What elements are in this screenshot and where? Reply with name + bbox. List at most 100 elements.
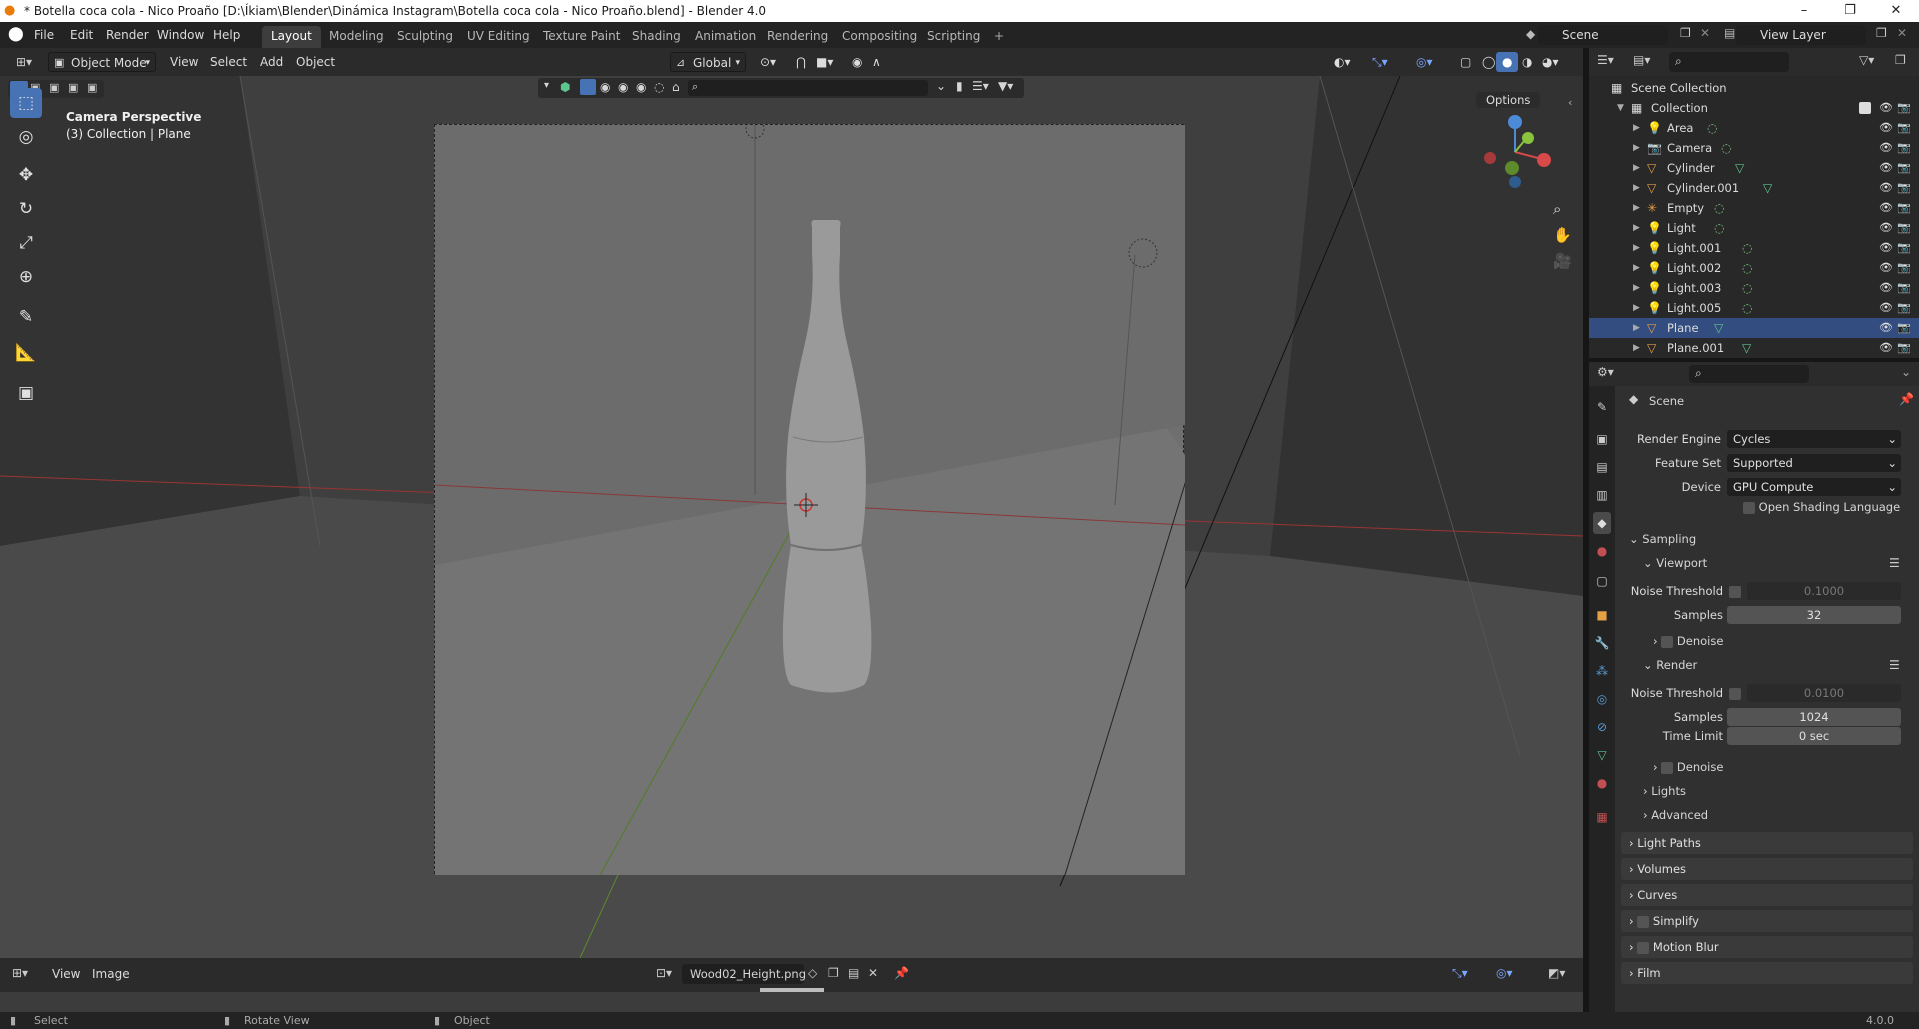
display-channels-icon[interactable]: ◩▾ xyxy=(1548,966,1565,980)
falloff-icon[interactable]: ∧ xyxy=(866,52,887,72)
outliner-item[interactable]: ▶ 💡 Light.003 ◌ 👁 📷 xyxy=(1589,278,1919,298)
render-camera-icon[interactable]: 📷 xyxy=(1897,98,1911,118)
modifier-tab-icon[interactable]: 🔧 xyxy=(1593,632,1611,654)
image-browse-icon[interactable]: ⊡▾ xyxy=(656,966,672,980)
outliner-item[interactable]: ▶ ▽ Plane ▽ 👁 📷 xyxy=(1589,318,1919,338)
material-tab-icon[interactable]: ● xyxy=(1593,772,1611,794)
eye-icon[interactable]: 👁 xyxy=(1879,98,1893,118)
gizmo-icon[interactable]: ⤡▾ xyxy=(1452,966,1468,981)
outliner-item[interactable]: ▶ 💡 Light.005 ◌ 👁 📷 xyxy=(1589,298,1919,318)
render-subpanel-header[interactable]: ⌄ Render xyxy=(1643,658,1697,672)
object-data-icon[interactable]: ▽ xyxy=(1714,318,1723,338)
object-data-icon[interactable]: ◌ xyxy=(1707,118,1717,138)
menu-view[interactable]: View xyxy=(46,964,86,984)
outliner-collection[interactable]: ▼ ▦ Collection 👁 📷 xyxy=(1589,98,1919,118)
render-camera-icon[interactable]: 📷 xyxy=(1897,238,1911,258)
overlays-icon[interactable]: ◎▾ xyxy=(1496,966,1513,980)
add-cube-tool-icon[interactable]: ▣ xyxy=(10,378,42,408)
measure-tool-icon[interactable]: 📐 xyxy=(10,338,42,368)
remove-scene-icon[interactable]: ✕ xyxy=(1700,26,1710,40)
new-collection-icon[interactable]: ❐ xyxy=(1895,53,1906,67)
other-filter-icon[interactable]: ⌂ xyxy=(672,80,680,94)
filter-icon[interactable]: ▼▾ xyxy=(998,79,1013,93)
snap-icon[interactable]: ⋂ xyxy=(790,52,812,72)
object-data-icon[interactable]: ▽ xyxy=(1742,338,1751,358)
render-camera-icon[interactable]: 📷 xyxy=(1897,318,1911,338)
render-engine-dropdown[interactable]: Cycles ⌄ xyxy=(1727,430,1901,448)
outliner-item[interactable]: ▶ 💡 Light.001 ◌ 👁 📷 xyxy=(1589,238,1919,258)
render-camera-icon[interactable]: 📷 xyxy=(1897,278,1911,298)
tab-layout[interactable]: Layout xyxy=(262,26,321,48)
menu-file[interactable]: File xyxy=(28,26,60,44)
outliner-item[interactable]: ▶ 💡 Light ◌ 👁 📷 xyxy=(1589,218,1919,238)
motion-blur-panel[interactable]: › Motion Blur xyxy=(1621,936,1913,958)
outliner-item[interactable]: ▶ ▽ Cylinder.001 ▽ 👁 📷 xyxy=(1589,178,1919,198)
object-data-icon[interactable]: ▽ xyxy=(1735,158,1744,178)
menu-add[interactable]: Add xyxy=(254,52,289,72)
render-camera-icon[interactable]: 📷 xyxy=(1897,178,1911,198)
eye-icon[interactable]: 👁 xyxy=(1879,178,1893,198)
menu-help[interactable]: Help xyxy=(207,26,246,44)
viewport-noise-threshold-checkbox[interactable] xyxy=(1729,586,1741,598)
render-camera-icon[interactable]: 📷 xyxy=(1897,158,1911,178)
menu-object[interactable]: Object xyxy=(290,52,341,72)
blender-menu-icon[interactable]: ⬤ xyxy=(8,26,24,42)
collapse-sidebar-icon[interactable]: ‹ xyxy=(1568,96,1572,109)
select-invert-icon[interactable]: ▣ xyxy=(68,81,78,94)
expand-icon[interactable]: ▶ xyxy=(1633,138,1640,158)
object-data-icon[interactable]: ▽ xyxy=(1763,178,1772,198)
editor-type-icon[interactable]: ⊞▾ xyxy=(10,52,38,72)
expand-icon[interactable]: ▶ xyxy=(1633,118,1640,138)
output-tab-icon[interactable]: ▤ xyxy=(1593,456,1611,478)
transform-tool-icon[interactable]: ⊕ xyxy=(10,262,42,292)
sort-icon[interactable]: ☰▾ xyxy=(972,79,989,93)
navigation-gizmo[interactable] xyxy=(1470,112,1560,192)
render-denoise-header[interactable]: › Denoise xyxy=(1653,760,1723,774)
outliner-item[interactable]: ▶ ▽ Cylinder ▽ 👁 📷 xyxy=(1589,158,1919,178)
camera-filter-icon[interactable]: ◉ xyxy=(636,80,646,94)
device-dropdown[interactable]: GPU Compute ⌄ xyxy=(1727,478,1901,496)
viewport-denoise-header[interactable]: › Denoise xyxy=(1653,634,1723,648)
outliner-item[interactable]: ▶ 📷 Camera ◌ 👁 📷 xyxy=(1589,138,1919,158)
menu-image[interactable]: Image xyxy=(86,964,136,984)
menu-edit[interactable]: Edit xyxy=(64,26,99,44)
presets-icon[interactable]: ☰ xyxy=(1889,556,1900,570)
light-paths-panel[interactable]: › Light Paths xyxy=(1621,832,1913,854)
constraints-tab-icon[interactable]: ⊘ xyxy=(1593,716,1611,738)
tab-texture-paint[interactable]: Texture Paint xyxy=(534,26,629,48)
render-samples-field[interactable]: 1024 xyxy=(1727,708,1901,726)
object-tab-icon[interactable]: ■ xyxy=(1593,604,1611,626)
menu-view[interactable]: View xyxy=(164,52,204,72)
time-limit-field[interactable]: 0 sec xyxy=(1727,727,1901,745)
editor-type-icon[interactable]: ⊞▾ xyxy=(12,966,28,980)
pin-icon[interactable]: 📌 xyxy=(1899,392,1914,406)
filter-search-input[interactable]: ⌕ xyxy=(688,80,928,96)
minimize-button[interactable]: – xyxy=(1781,0,1827,22)
chevron-down-icon[interactable]: ▾ xyxy=(544,80,549,91)
eye-icon[interactable]: 👁 xyxy=(1879,338,1893,358)
presets-icon[interactable]: ☰ xyxy=(1889,658,1900,672)
select-intersect-icon[interactable]: ▣ xyxy=(87,81,97,94)
object-data-icon[interactable]: ◌ xyxy=(1742,298,1752,318)
pivot-point-icon[interactable]: ⊙▾ xyxy=(754,52,782,72)
camera-view-icon[interactable]: 🎥 xyxy=(1553,252,1572,270)
expand-icon[interactable]: ▶ xyxy=(1633,178,1640,198)
feature-set-dropdown[interactable]: Supported ⌄ xyxy=(1727,454,1901,472)
lights-subpanel-header[interactable]: › Lights xyxy=(1643,784,1686,798)
render-noise-threshold-checkbox[interactable] xyxy=(1729,688,1741,700)
zoom-icon[interactable]: ⌕ xyxy=(1553,200,1561,218)
remove-view-layer-icon[interactable]: ✕ xyxy=(1897,26,1907,40)
expand-icon[interactable]: ▶ xyxy=(1633,258,1640,278)
outliner-item[interactable]: ▶ ✳ Empty ◌ 👁 📷 xyxy=(1589,198,1919,218)
new-view-layer-icon[interactable]: ❐ xyxy=(1876,26,1887,40)
expand-icon[interactable]: ▶ xyxy=(1633,318,1640,338)
advanced-subpanel-header[interactable]: › Advanced xyxy=(1643,808,1708,822)
render-camera-icon[interactable]: 📷 xyxy=(1897,258,1911,278)
tab-modeling[interactable]: Modeling xyxy=(320,26,393,48)
world-tab-icon[interactable]: ● xyxy=(1593,540,1611,562)
render-camera-icon[interactable]: 📷 xyxy=(1897,118,1911,138)
tab-uv-editing[interactable]: UV Editing xyxy=(458,26,539,48)
filter-icon[interactable]: ▽▾ xyxy=(1859,53,1874,67)
expand-icon[interactable]: ▶ xyxy=(1633,298,1640,318)
data-tab-icon[interactable]: ▽ xyxy=(1593,744,1611,766)
